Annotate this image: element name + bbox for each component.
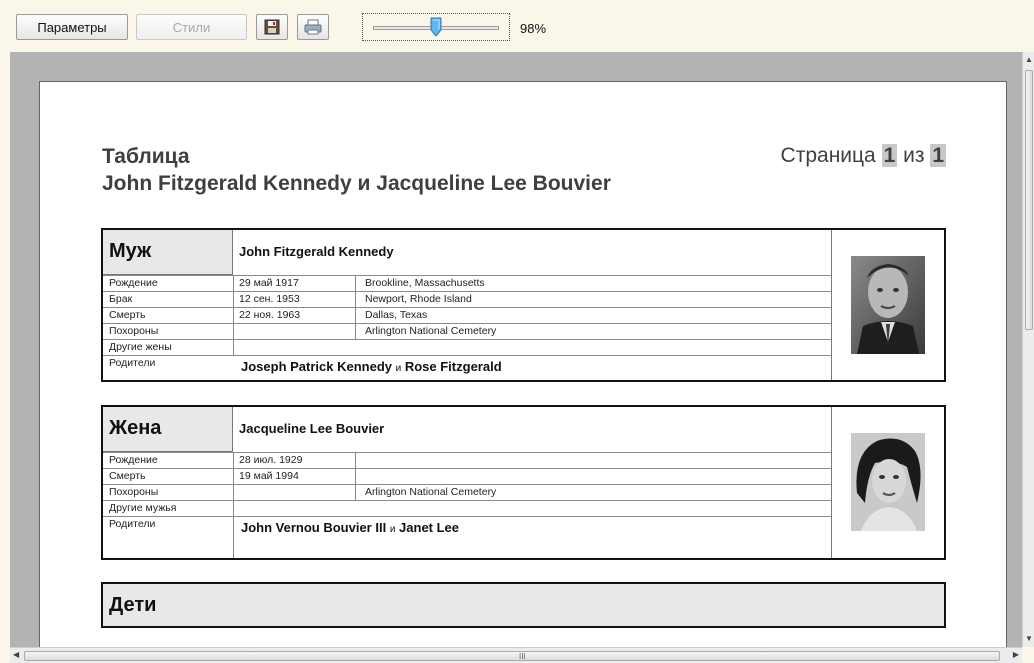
husband-block: Муж John Fitzgerald Kennedy Рождение 29 … [101,228,946,382]
event-label: Похороны [109,325,159,337]
table-row: Смерть 22 ноя. 1963 Dallas, Texas [103,307,831,323]
event-label: Похороны [109,486,159,498]
params-button[interactable]: Параметры [16,14,128,40]
event-label: Смерть [109,309,146,321]
husband-role-label: Муж [103,230,233,275]
father-name: John Vernou Bouvier III [241,520,387,535]
event-place: Brookline, Massachusetts [365,277,485,289]
event-label: Брак [109,293,133,305]
horizontal-scrollbar[interactable]: ◀ III ▶ [10,647,1022,663]
print-button[interactable] [297,14,329,40]
zoom-label: 98% [520,21,547,36]
table-row: Другие мужья [103,500,831,516]
report-page: Таблица John Fitzgerald Kennedy и Jacque… [40,82,1006,647]
vertical-scroll-thumb[interactable] [1025,70,1033,330]
report-subtitle: John Fitzgerald Kennedy и Jacqueline Lee… [102,172,611,195]
event-date: 28 июл. 1929 [239,454,303,466]
scroll-grip: III [519,652,526,661]
column-divider [233,275,234,355]
event-place: Arlington National Cemetery [365,325,497,337]
parents-label: Родители [109,357,156,369]
event-place: Newport, Rhode Island [365,293,472,305]
and-connector: и [395,363,402,374]
zoom-slider[interactable] [362,13,510,41]
page-current: 1 [881,144,898,167]
parents-row: Родители Joseph Patrick Kennedy и Rose F… [103,355,831,381]
table-row: Брак 12 сен. 1953 Newport, Rhode Island [103,291,831,307]
husband-events-table: Рождение 29 май 1917 Brookline, Massachu… [103,275,831,381]
mother-name: Rose Fitzgerald [404,359,502,374]
wife-block: Жена Jacqueline Lee Bouvier Рождение 28 … [101,405,946,560]
event-place: Arlington National Cemetery [365,486,497,498]
page-number: Страница 1 из 1 [781,144,946,168]
event-label: Другие жены [109,341,172,353]
toolbar: Параметры Стили 98% [0,0,1034,50]
table-row: Рождение 29 май 1917 Brookline, Massachu… [103,275,831,291]
mother-name: Janet Lee [399,520,460,535]
scroll-up-icon[interactable]: ▲ [1023,54,1034,66]
scroll-left-icon[interactable]: ◀ [13,650,19,659]
parent-names: Joseph Patrick Kennedy и Rose Fitzgerald [241,359,502,374]
scroll-down-icon[interactable]: ▼ [1023,633,1034,645]
print-icon [304,19,322,35]
photo-divider [831,230,832,380]
parents-label: Родители [109,518,156,530]
wife-role-label: Жена [103,407,233,452]
parent-names: John Vernou Bouvier III и Janet Lee [241,520,459,535]
and-connector: и [389,524,396,535]
event-date: 22 ноя. 1963 [239,309,301,321]
event-date: 12 сен. 1953 [239,293,300,305]
children-role-label: Дети [103,584,944,626]
father-name: Joseph Patrick Kennedy [241,359,392,374]
event-label: Рождение [109,454,158,466]
page-of: из [903,144,925,167]
column-divider [233,452,234,558]
event-date: 19 май 1994 [239,470,299,482]
children-block: Дети [101,582,946,628]
report-viewer[interactable]: Таблица John Fitzgerald Kennedy и Jacque… [10,52,1022,647]
table-row: Похороны Arlington National Cemetery [103,323,831,339]
husband-name: John Fitzgerald Kennedy [239,244,394,259]
wife-name: Jacqueline Lee Bouvier [239,421,385,436]
zoom-slider-thumb[interactable] [430,17,442,37]
event-place: Dallas, Texas [365,309,428,321]
wife-events-table: Рождение 28 июл. 1929 Смерть 19 май 1994… [103,452,831,542]
event-label: Другие мужья [109,502,177,514]
column-divider [355,275,356,339]
photo-divider [831,407,832,558]
event-date: 29 май 1917 [239,277,299,289]
page-total: 1 [930,144,946,167]
column-divider [355,452,356,500]
table-row: Рождение 28 июл. 1929 [103,452,831,468]
table-row: Похороны Arlington National Cemetery [103,484,831,500]
styles-button[interactable]: Стили [136,14,247,40]
event-label: Смерть [109,470,146,482]
wife-photo [851,433,925,531]
page-label: Страница [780,144,876,167]
event-label: Рождение [109,277,158,289]
table-row: Смерть 19 май 1994 [103,468,831,484]
save-icon [264,19,280,35]
parents-row: Родители John Vernou Bouvier III и Janet… [103,516,831,542]
scroll-right-icon[interactable]: ▶ [1013,650,1019,659]
table-row: Другие жены [103,339,831,355]
husband-photo [851,256,925,354]
save-button[interactable] [256,14,288,40]
horizontal-scroll-thumb[interactable]: III [24,651,1000,661]
report-title: Таблица [102,145,190,168]
vertical-scrollbar[interactable]: ▲ ▼ [1022,52,1034,647]
